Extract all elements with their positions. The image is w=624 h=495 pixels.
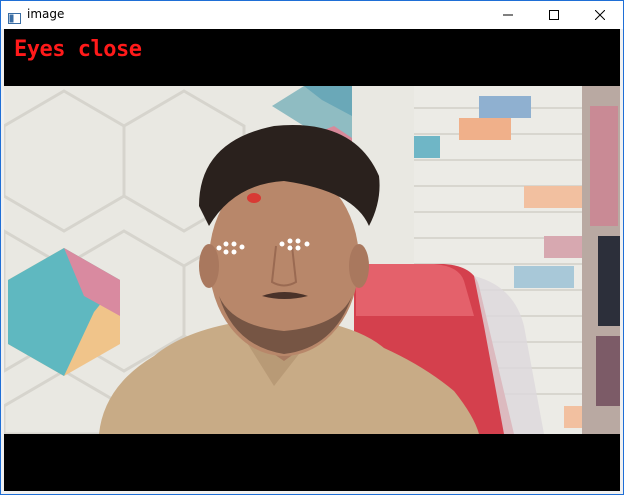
landmark-point (216, 245, 222, 251)
maximize-icon (549, 10, 559, 20)
close-button[interactable] (577, 1, 623, 29)
window-title: image (27, 7, 65, 21)
minimize-button[interactable] (485, 1, 531, 29)
app-window-icon (8, 9, 21, 24)
maximize-button[interactable] (531, 1, 577, 29)
landmark-point (223, 249, 229, 255)
landmark-point (239, 244, 245, 250)
close-icon (595, 10, 605, 20)
webcam-frame (4, 86, 620, 434)
video-canvas: Eyes close (4, 29, 620, 491)
landmark-point (304, 241, 310, 247)
image-window: image Eyes close (0, 0, 624, 495)
eye-status-label: Eyes close (14, 37, 142, 62)
landmark-point (295, 238, 301, 244)
landmark-point (279, 241, 285, 247)
landmark-point (295, 245, 301, 251)
title-bar[interactable]: image (1, 1, 623, 29)
landmark-point (287, 238, 293, 244)
landmark-point (287, 245, 293, 251)
landmark-point (231, 241, 237, 247)
landmark-point (223, 241, 229, 247)
minimize-icon (503, 14, 513, 16)
landmark-point (231, 249, 237, 255)
